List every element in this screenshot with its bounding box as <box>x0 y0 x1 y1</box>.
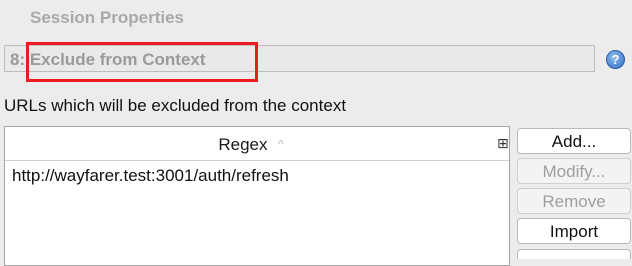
table-row[interactable]: http://wayfarer.test:3001/auth/refresh <box>5 161 509 189</box>
table-header: Regex ^ ⊞ <box>5 127 509 161</box>
remove-button[interactable]: Remove <box>517 188 631 214</box>
column-header-label: Regex <box>218 135 268 154</box>
title-bar: Session Properties <box>0 0 632 36</box>
window-title: Session Properties <box>30 8 185 27</box>
export-button[interactable] <box>517 249 631 259</box>
panel-title: 8: Exclude from Context <box>10 50 206 69</box>
column-chooser-icon[interactable]: ⊞ <box>497 136 509 151</box>
modify-button[interactable]: Modify... <box>517 158 631 184</box>
regex-cell: http://wayfarer.test:3001/auth/refresh <box>12 166 289 185</box>
add-button[interactable]: Add... <box>517 128 631 154</box>
help-icon[interactable]: ? <box>606 50 625 69</box>
exclude-table: Regex ^ ⊞ http://wayfarer.test:3001/auth… <box>4 126 510 266</box>
sort-ascending-icon: ^ <box>277 137 284 151</box>
column-header-regex[interactable]: Regex ^ <box>5 127 497 160</box>
panel-header: 8: Exclude from Context <box>4 45 595 72</box>
import-button[interactable]: Import <box>517 218 631 244</box>
description-label: URLs which will be excluded from the con… <box>4 96 347 115</box>
